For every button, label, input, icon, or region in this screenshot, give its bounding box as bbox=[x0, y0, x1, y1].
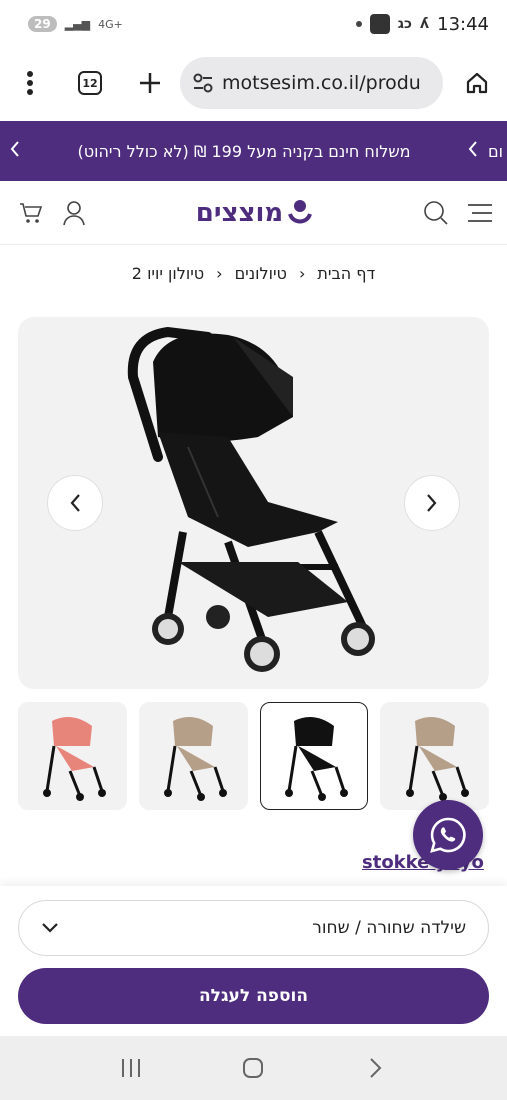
breadcrumb-category[interactable]: טיולונים bbox=[235, 264, 287, 283]
carrier-name: כג bbox=[397, 16, 412, 32]
add-to-cart-button[interactable]: הוספה לעגלה bbox=[18, 968, 489, 1024]
recent-apps-icon bbox=[122, 1059, 141, 1077]
header-right-actions bbox=[423, 200, 493, 226]
promo-text: משלוח חינם בקניה מעל 199 ₪ (לא כולל ריהו… bbox=[77, 141, 411, 161]
network-type: 4G+ bbox=[98, 17, 123, 31]
shopping-bag-icon bbox=[369, 14, 390, 34]
thumbnail-black[interactable] bbox=[259, 702, 369, 810]
url-text: motsesim.co.il/produ bbox=[222, 72, 421, 94]
home-nav-button[interactable] bbox=[233, 1048, 273, 1088]
stroller-thumbnail-image bbox=[43, 717, 107, 801]
stroller-thumbnail-image bbox=[164, 717, 228, 801]
whatsapp-button[interactable] bbox=[413, 800, 483, 870]
back-nav-button[interactable] bbox=[356, 1048, 396, 1088]
plus-icon bbox=[140, 73, 160, 93]
cart-icon[interactable] bbox=[18, 200, 44, 226]
browser-toolbar: 12 motsesim.co.il/produ bbox=[0, 48, 507, 118]
home-button[interactable] bbox=[447, 53, 507, 113]
chevron-left-icon bbox=[468, 140, 477, 157]
notification-count: 29 bbox=[34, 17, 51, 31]
site-settings-icon bbox=[193, 73, 213, 93]
hamburger-menu-icon[interactable] bbox=[467, 202, 493, 224]
site-header: מוצצים bbox=[0, 181, 507, 245]
product-gallery bbox=[18, 317, 489, 689]
more-vertical-icon bbox=[27, 71, 33, 95]
logo-mark-icon bbox=[288, 199, 313, 223]
purchase-panel: שילדה שחורה / שחור הוספה לעגלה bbox=[0, 886, 507, 1036]
status-bar: 29 ▂▄▆ 4G+ כג ʎ 13:44 bbox=[0, 0, 507, 48]
variant-selected-value: שילדה שחורה / שחור bbox=[312, 918, 466, 938]
clock: 13:44 bbox=[437, 13, 489, 35]
logo-text: מוצצים bbox=[195, 197, 284, 228]
system-nav-bar bbox=[0, 1036, 507, 1100]
chevron-left-icon bbox=[70, 494, 80, 512]
thumbnail-taupe[interactable] bbox=[138, 702, 248, 810]
site-logo[interactable]: מוצצים bbox=[196, 198, 313, 228]
recent-apps-button[interactable] bbox=[111, 1048, 151, 1088]
notification-count-badge: 29 bbox=[28, 16, 57, 32]
promo-banner: משלוח חינם בקניה מעל 199 ₪ (לא כולל ריהו… bbox=[0, 121, 507, 181]
breadcrumb-current: טיולון יויו 2 bbox=[131, 263, 205, 283]
search-icon[interactable] bbox=[423, 200, 449, 226]
header-left-actions bbox=[18, 200, 86, 226]
gallery-next-button[interactable] bbox=[404, 475, 460, 531]
back-icon bbox=[370, 1058, 382, 1078]
browser-menu-button[interactable] bbox=[0, 53, 60, 113]
variant-select[interactable]: שילדה שחורה / שחור bbox=[18, 900, 489, 956]
status-left: 29 ▂▄▆ 4G+ bbox=[28, 16, 123, 32]
address-bar[interactable]: motsesim.co.il/produ bbox=[180, 57, 443, 109]
gallery-thumbnails bbox=[18, 702, 489, 810]
stroller-thumbnail-image bbox=[405, 717, 469, 801]
stroller-thumbnail-image bbox=[284, 717, 348, 801]
chevron-left-icon: ‹ bbox=[298, 263, 306, 283]
chevron-left-icon bbox=[10, 140, 19, 157]
user-icon[interactable] bbox=[62, 200, 86, 226]
breadcrumb: דף הבית ‹ טיולונים ‹ טיולון יויו 2 bbox=[0, 256, 507, 290]
tab-count: 12 bbox=[78, 71, 102, 95]
promo-next-fragment: ום bbox=[488, 141, 503, 161]
notification-dot-icon bbox=[355, 21, 362, 27]
promo-next-button[interactable] bbox=[458, 140, 488, 163]
chevron-left-icon: ‹ bbox=[216, 263, 223, 283]
promo-prev-button[interactable] bbox=[0, 140, 30, 163]
chevron-right-icon bbox=[427, 494, 437, 512]
signal-icon: ▂▄▆ bbox=[64, 17, 91, 31]
gallery-prev-button[interactable] bbox=[47, 475, 103, 531]
home-circle-icon bbox=[243, 1058, 264, 1078]
new-tab-button[interactable] bbox=[120, 53, 180, 113]
home-icon bbox=[466, 72, 488, 94]
accessibility-icon: ʎ bbox=[419, 16, 430, 32]
whatsapp-icon bbox=[430, 817, 466, 853]
chevron-down-icon bbox=[42, 923, 58, 933]
tabs-button[interactable]: 12 bbox=[60, 53, 120, 113]
status-right: כג ʎ 13:44 bbox=[355, 13, 489, 35]
thumbnail-ginger[interactable] bbox=[18, 702, 127, 810]
breadcrumb-home[interactable]: דף הבית bbox=[317, 264, 375, 283]
thumbnail-taupe-alt[interactable] bbox=[380, 702, 489, 810]
